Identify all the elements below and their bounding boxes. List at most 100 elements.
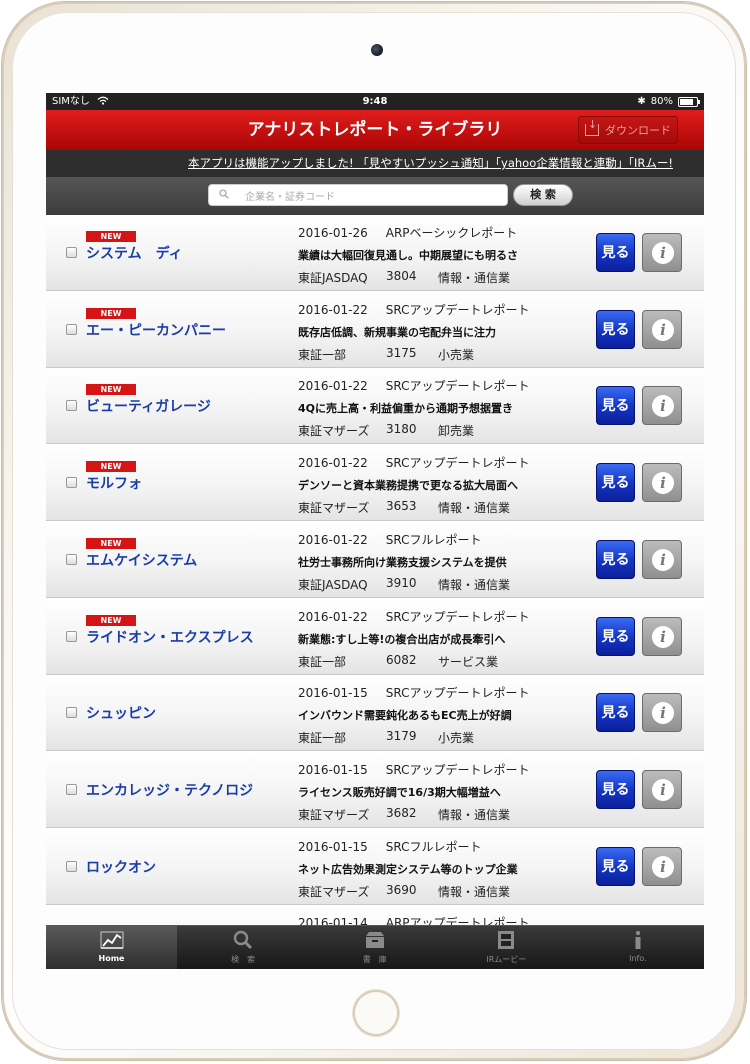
info-button[interactable]: i xyxy=(642,463,682,503)
report-meta: 2016-01-22 SRCアップデートレポート xyxy=(298,377,530,394)
report-row[interactable]: NEW ビューティガレージ 2016-01-22 SRCアップデートレポート 4Qに売上… xyxy=(46,368,704,445)
select-checkbox[interactable] xyxy=(66,477,77,489)
view-report-button[interactable]: 見る xyxy=(596,386,635,426)
view-report-button[interactable]: 見る xyxy=(596,463,635,503)
report-type: SRCアップデートレポート xyxy=(385,609,530,624)
battery-icon xyxy=(678,96,700,107)
company-info: 東証一部 3175 小売業 xyxy=(298,346,474,363)
home-hardware-button[interactable] xyxy=(353,990,399,1036)
info-icon: i xyxy=(652,548,674,571)
company-name[interactable]: ビューティガレージ xyxy=(86,396,211,416)
report-date: 2016-01-22 xyxy=(298,302,368,317)
info-button[interactable]: i xyxy=(642,233,682,272)
industry-name: 小売業 xyxy=(438,731,475,746)
info-icon: i xyxy=(652,242,674,264)
search-input[interactable]: 企業名・証券コード xyxy=(208,184,508,206)
company-name[interactable]: ロックオン xyxy=(86,857,156,877)
stock-code: 3180 xyxy=(386,422,417,437)
info-icon: i xyxy=(652,395,674,418)
download-button[interactable]: ダウンロード xyxy=(578,116,678,144)
news-ticker[interactable]: 本アプリは機能アップしました! 「見やすいプッシュ通知」「yahoo企業情報と連… xyxy=(46,150,704,177)
select-checkbox[interactable] xyxy=(66,630,77,642)
tab-home[interactable]: Home xyxy=(46,926,177,969)
status-right: ✱ 80% xyxy=(637,93,700,110)
view-report-button[interactable]: 見る xyxy=(596,693,635,733)
report-row[interactable]: NEW エムケイシステム 2016-01-22 SRCフルレポート 社労士事務所向け業務… xyxy=(46,521,704,598)
select-checkbox[interactable] xyxy=(66,400,77,412)
company-name[interactable]: シュッピン xyxy=(86,703,156,723)
industry-name: 情報・通信業 xyxy=(438,501,511,516)
company-name[interactable]: ライドオン・エクスプレス xyxy=(86,627,254,647)
report-type: SRCアップデートレポート xyxy=(385,456,530,471)
stock-code: 6082 xyxy=(386,652,417,667)
report-row[interactable]: ロックオン 2016-01-15 SRCフルレポート ネット広告効果測定システム等のト… xyxy=(46,828,704,905)
report-meta: 2016-01-22 SRCアップデートレポート xyxy=(298,301,530,318)
report-row[interactable]: 2016-01-14 ARPアップデートレポート xyxy=(46,905,704,925)
report-list[interactable]: NEW システム ディ 2016-01-26 ARPベーシックレポート 業績は大幅回復見… xyxy=(46,215,704,925)
info-icon: i xyxy=(652,625,674,648)
company-name[interactable]: エムケイシステム xyxy=(86,550,197,570)
report-type: SRCアップデートレポート xyxy=(385,379,530,394)
company-name[interactable]: システム ディ xyxy=(86,243,183,263)
report-type: SRCアップデートレポート xyxy=(385,302,530,317)
view-report-button[interactable]: 見る xyxy=(596,846,635,886)
new-badge: NEW xyxy=(86,614,136,626)
view-report-button[interactable]: 見る xyxy=(596,539,635,579)
company-name[interactable]: エー・ピーカンパニー xyxy=(86,320,226,340)
view-report-button[interactable]: 見る xyxy=(596,769,635,809)
report-row[interactable]: NEW システム ディ 2016-01-26 ARPベーシックレポート 業績は大幅回復見… xyxy=(46,215,704,291)
report-meta: 2016-01-22 SRCアップデートレポート xyxy=(298,608,530,625)
company-info: 東証一部 6082 サービス業 xyxy=(298,653,498,670)
report-date: 2016-01-26 xyxy=(298,226,368,240)
report-headline: 社労士事務所向け業務支援システムを提供 xyxy=(298,555,507,569)
view-report-button[interactable]: 見る xyxy=(596,616,635,656)
stock-code: 3179 xyxy=(386,729,417,744)
bluetooth-icon: ✱ xyxy=(637,96,646,107)
company-name[interactable]: エンカレッジ・テクノロジ xyxy=(86,780,253,800)
select-checkbox[interactable] xyxy=(66,783,77,795)
stock-code: 3175 xyxy=(386,345,417,360)
new-badge: NEW xyxy=(86,537,136,549)
magnifier-icon xyxy=(178,930,309,956)
report-date: 2016-01-15 xyxy=(298,686,368,701)
ticker-text[interactable]: 本アプリは機能アップしました! 「見やすいプッシュ通知」「yahoo企業情報と連… xyxy=(188,150,673,177)
report-row[interactable]: NEW エー・ピーカンパニー 2016-01-22 SRCアップデートレポート 既存店低… xyxy=(46,291,704,368)
report-row[interactable]: NEW モルフォ 2016-01-22 SRCアップデートレポート デンソーと資本業務提… xyxy=(46,445,704,522)
tab-info[interactable]: Info. xyxy=(572,926,703,969)
info-button[interactable]: i xyxy=(642,309,682,349)
search-icon xyxy=(219,188,229,202)
report-row[interactable]: シュッピン 2016-01-15 SRCアップデートレポート インバウンド需要鈍化ある… xyxy=(46,675,704,752)
select-checkbox[interactable] xyxy=(66,553,77,565)
tab-ir-movie[interactable]: IRムービー xyxy=(441,926,572,969)
tab-label: 書 庫 xyxy=(362,955,387,964)
new-badge: NEW xyxy=(86,384,136,396)
report-meta: 2016-01-22 SRCアップデートレポート xyxy=(298,454,530,471)
stock-code: 3653 xyxy=(386,499,417,514)
select-checkbox[interactable] xyxy=(66,707,77,719)
search-button[interactable]: 検 索 xyxy=(513,184,573,206)
view-report-button[interactable]: 見る xyxy=(596,309,635,349)
select-checkbox[interactable] xyxy=(66,323,77,335)
info-icon: i xyxy=(652,318,674,341)
report-date: 2016-01-22 xyxy=(298,456,368,471)
company-info: 東証一部 3179 小売業 xyxy=(298,729,474,746)
info-button[interactable]: i xyxy=(642,386,682,426)
report-row[interactable]: NEW ライドオン・エクスプレス 2016-01-22 SRCアップデートレポート 新業… xyxy=(46,598,704,675)
info-button[interactable]: i xyxy=(642,539,682,579)
search-bar: 企業名・証券コード 検 索 xyxy=(46,177,704,215)
report-type: SRCフルレポート xyxy=(385,839,482,854)
app-header: アナリストレポート・ライブラリ ダウンロード xyxy=(46,110,704,150)
tab-search[interactable]: 検 索 xyxy=(178,926,309,969)
select-checkbox[interactable] xyxy=(66,860,77,872)
report-row[interactable]: エンカレッジ・テクノロジ 2016-01-15 SRCアップデートレポート ライセンス… xyxy=(46,751,704,828)
info-button[interactable]: i xyxy=(642,846,682,886)
tab-library[interactable]: 書 庫 xyxy=(309,926,440,969)
select-checkbox[interactable] xyxy=(66,247,77,258)
view-report-button[interactable]: 見る xyxy=(596,233,635,272)
info-button[interactable]: i xyxy=(642,769,682,809)
company-name[interactable]: モルフォ xyxy=(86,473,142,493)
info-button[interactable]: i xyxy=(642,616,682,656)
info-button[interactable]: i xyxy=(642,693,682,733)
report-meta: 2016-01-26 ARPベーシックレポート xyxy=(298,224,517,241)
tab-label: Home xyxy=(98,954,125,963)
